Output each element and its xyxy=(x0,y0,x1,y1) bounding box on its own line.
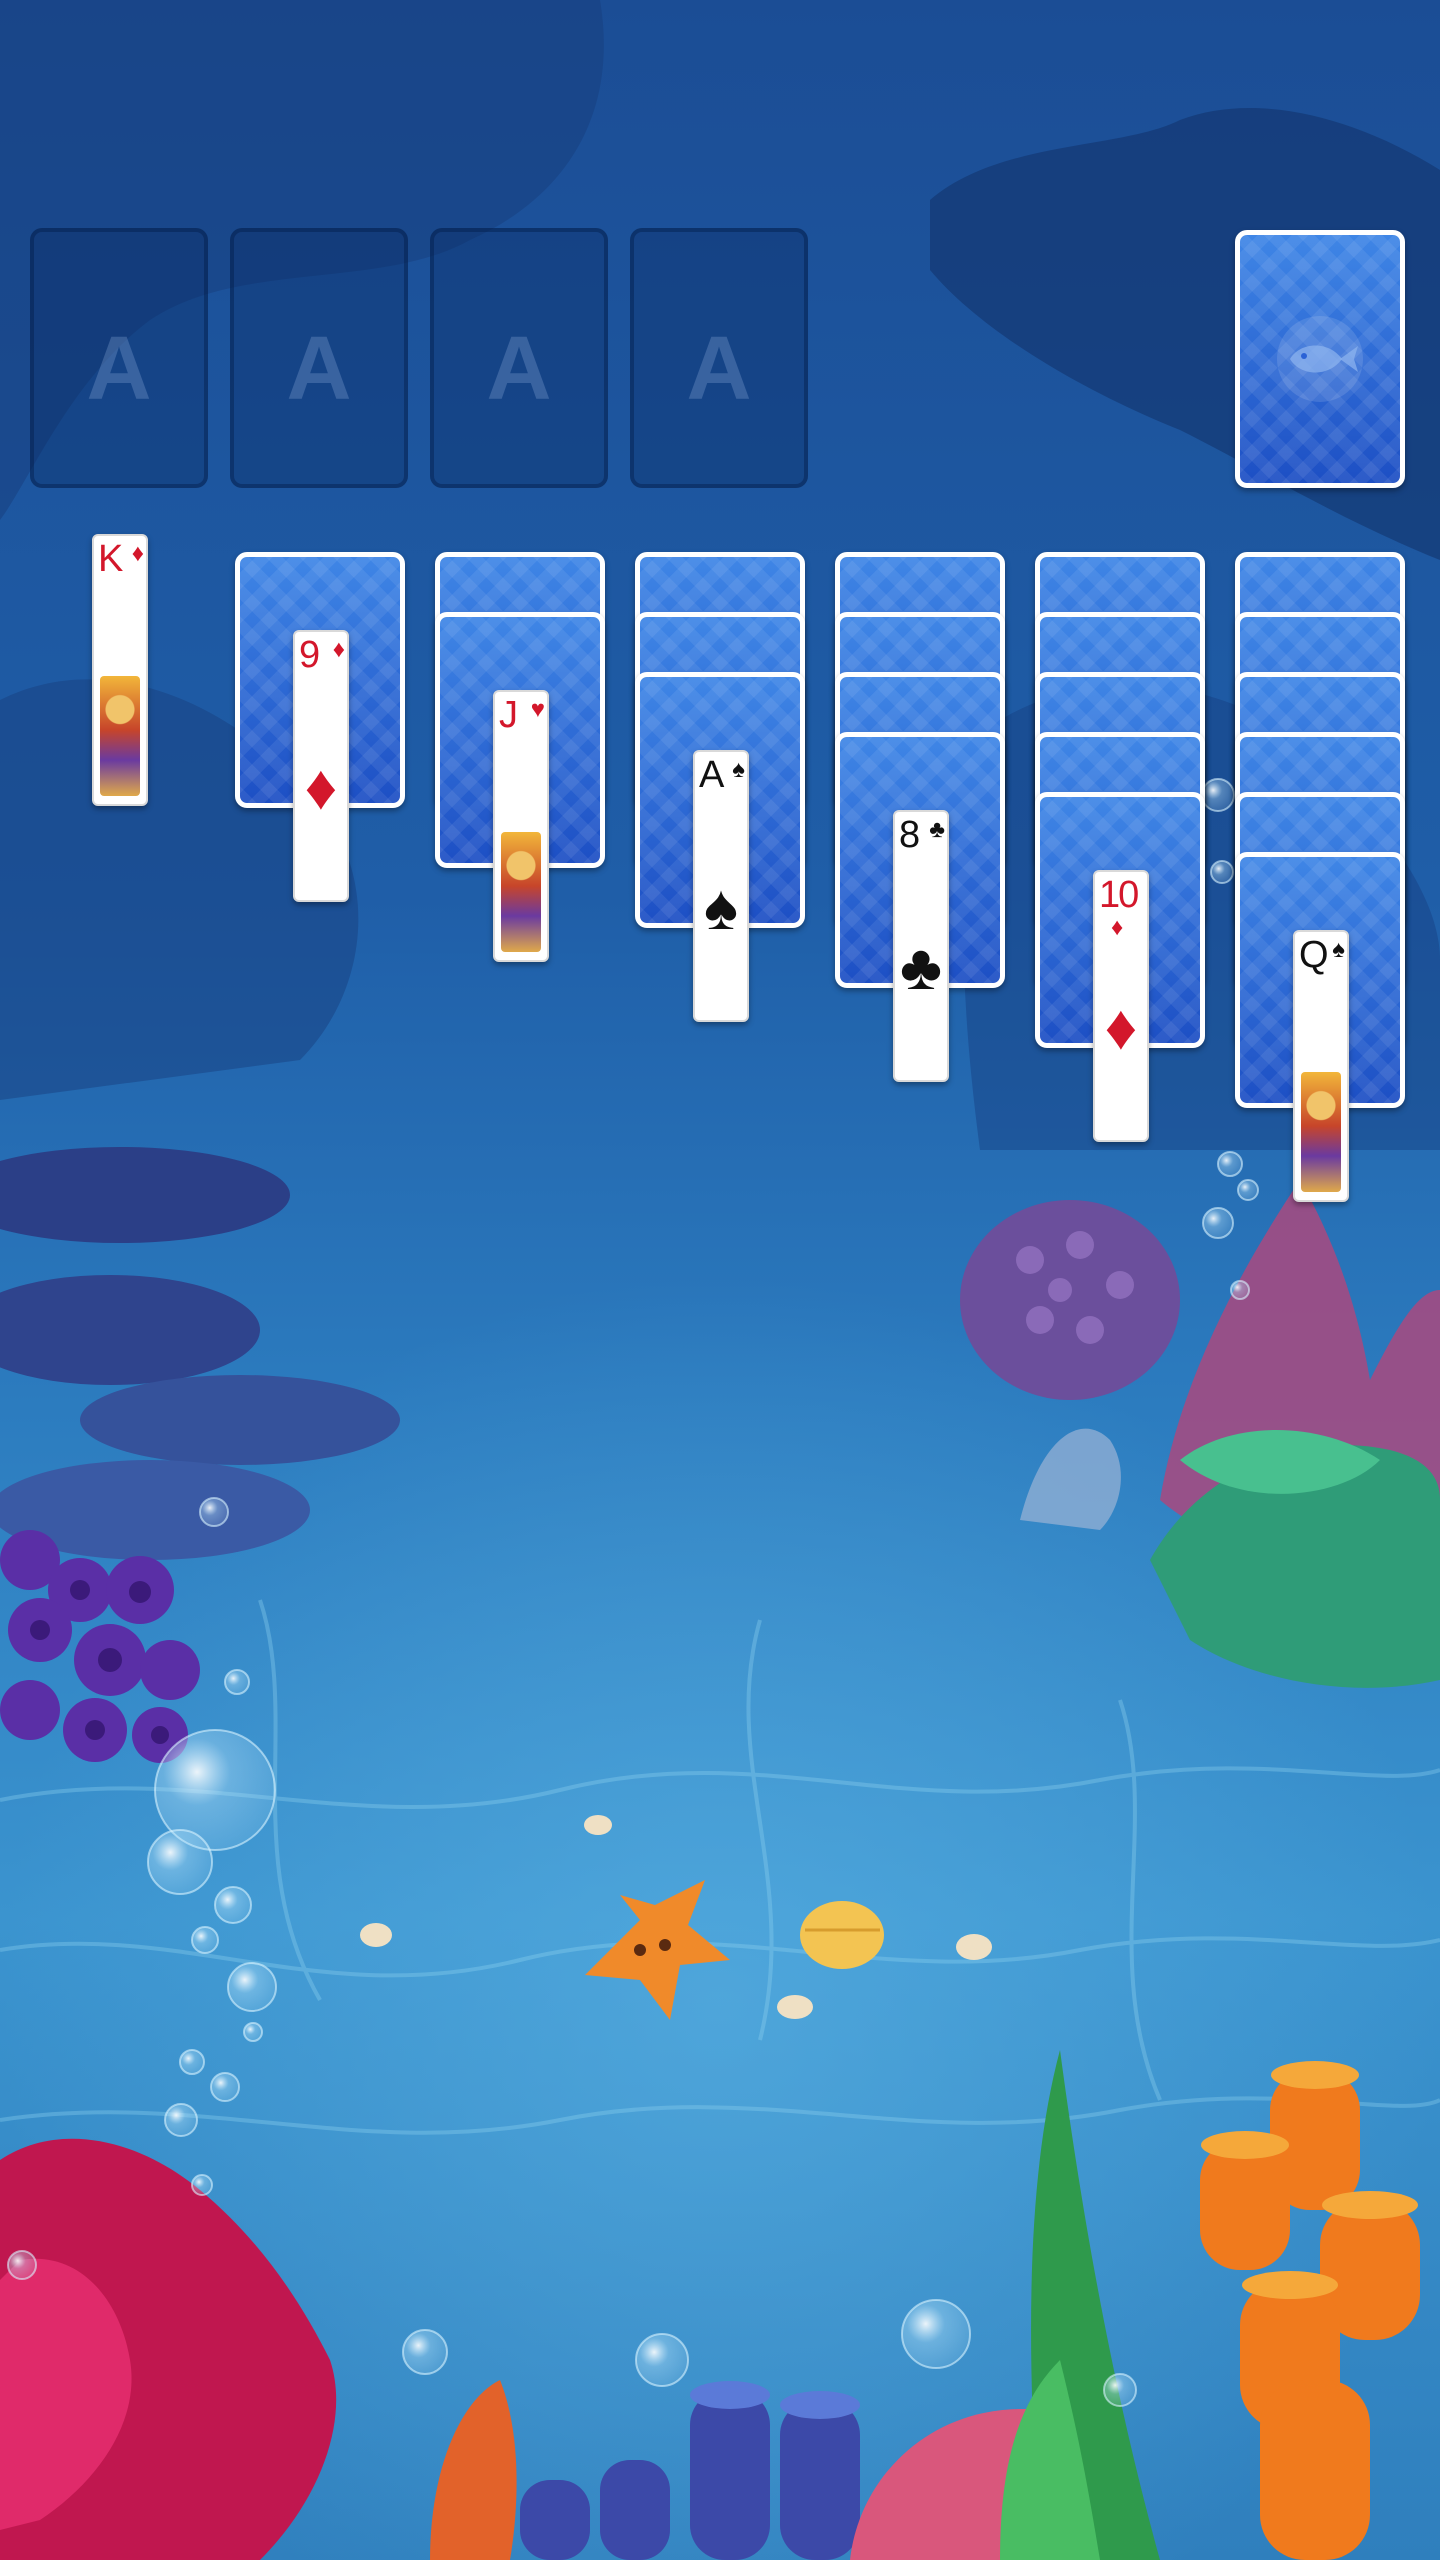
card-rank: Q xyxy=(1299,934,1329,976)
card-suit-icon: ♠ xyxy=(732,756,745,783)
card-rank: J xyxy=(499,694,518,736)
stock-pile[interactable] xyxy=(1235,230,1405,488)
card-rank: A xyxy=(699,754,724,796)
fish-icon xyxy=(1290,345,1358,373)
card-center-suit-icon: ♠ xyxy=(704,871,738,944)
card-center-suit-icon: ♦ xyxy=(1104,991,1138,1064)
foundation-placeholder-label: A xyxy=(686,319,752,419)
court-figure-icon xyxy=(100,676,140,796)
tableau-top-card[interactable]: 10 ♦ ♦ xyxy=(1093,870,1149,1142)
court-figure-icon xyxy=(1301,1072,1341,1192)
court-figure-icon xyxy=(501,832,541,952)
card-center-suit-icon: ♣ xyxy=(900,931,942,1004)
card-suit-icon: ♦ xyxy=(1111,914,1124,941)
card-rank: 8 xyxy=(899,814,920,856)
card-center-suit-icon: ♦ xyxy=(304,751,338,824)
foundation-placeholder-label: A xyxy=(86,319,152,419)
tableau-top-card[interactable]: A ♠ ♠ xyxy=(693,750,749,1022)
foundation-pile-3[interactable]: A xyxy=(430,228,608,488)
card-suit-icon: ♦ xyxy=(332,636,345,663)
tableau-top-card[interactable]: K ♦ xyxy=(92,534,148,806)
tableau-top-card[interactable]: J ♥ xyxy=(493,690,549,962)
foundation-pile-1[interactable]: A xyxy=(30,228,208,488)
card-suit-icon: ♠ xyxy=(1332,936,1345,963)
foundation-placeholder-label: A xyxy=(286,319,352,419)
tableau-top-card[interactable]: 8 ♣ ♣ xyxy=(893,810,949,1082)
tableau-top-card[interactable]: 9 ♦ ♦ xyxy=(293,630,349,902)
foundation-placeholder-label: A xyxy=(486,319,552,419)
card-rank: 9 xyxy=(299,634,320,676)
card-suit-icon: ♥ xyxy=(530,696,545,723)
card-suit-icon: ♦ xyxy=(131,540,144,567)
tableau-top-card[interactable]: Q ♠ xyxy=(1293,930,1349,1202)
foundation-pile-2[interactable]: A xyxy=(230,228,408,488)
foundation-pile-4[interactable]: A xyxy=(630,228,808,488)
card-rank: K xyxy=(98,538,123,580)
card-suit-icon: ♣ xyxy=(929,816,945,843)
card-rank: 10 xyxy=(1099,874,1139,916)
